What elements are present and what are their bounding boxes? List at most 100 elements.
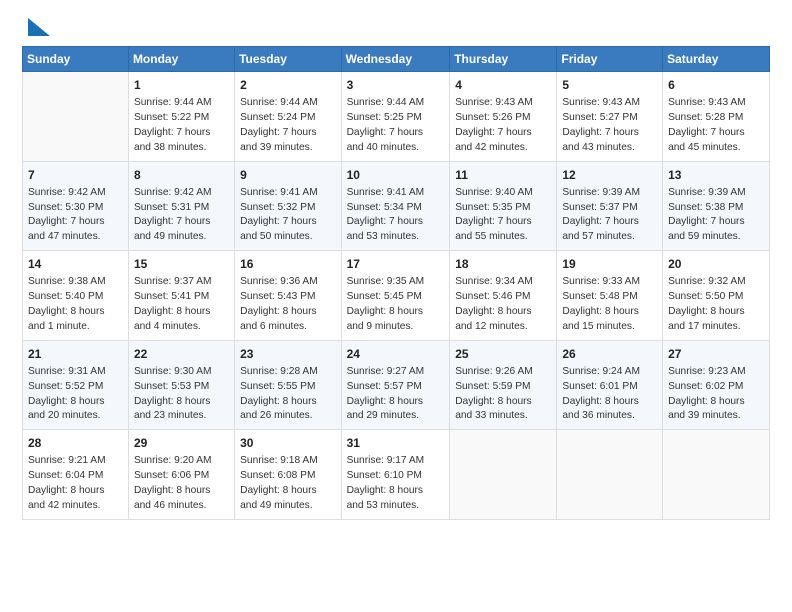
calendar-cell: 2 Sunrise: 9:44 AMSunset: 5:24 PMDaylight… bbox=[235, 72, 341, 162]
day-number: 2 bbox=[240, 77, 335, 94]
cell-content: Sunrise: 9:44 AMSunset: 5:25 PMDaylight:… bbox=[347, 96, 445, 155]
cell-line: Sunset: 5:30 PM bbox=[28, 202, 103, 213]
cell-content: Sunrise: 9:33 AMSunset: 5:48 PMDaylight:… bbox=[562, 275, 657, 334]
weekday-header-thursday: Thursday bbox=[450, 47, 557, 72]
cell-line: and 38 minutes. bbox=[134, 142, 207, 153]
cell-line: Sunset: 5:48 PM bbox=[562, 291, 637, 302]
day-number: 24 bbox=[347, 346, 445, 363]
calendar-table: SundayMondayTuesdayWednesdayThursdayFrid… bbox=[22, 46, 770, 520]
cell-line: Daylight: 7 hours bbox=[28, 216, 104, 227]
day-number: 28 bbox=[28, 435, 123, 452]
calendar-cell: 28 Sunrise: 9:21 AMSunset: 6:04 PMDayligh… bbox=[23, 430, 129, 520]
cell-line: Sunset: 5:40 PM bbox=[28, 291, 103, 302]
calendar-cell bbox=[450, 430, 557, 520]
cell-line: and 26 minutes. bbox=[240, 410, 313, 421]
day-number: 10 bbox=[347, 167, 445, 184]
cell-line: Sunrise: 9:39 AM bbox=[668, 187, 746, 198]
cell-line: Daylight: 8 hours bbox=[455, 306, 531, 317]
cell-content: Sunrise: 9:41 AMSunset: 5:34 PMDaylight:… bbox=[347, 186, 445, 245]
day-number: 25 bbox=[455, 346, 551, 363]
cell-line: Sunrise: 9:32 AM bbox=[668, 276, 746, 287]
cell-line: and 59 minutes. bbox=[668, 231, 741, 242]
weekday-header-row: SundayMondayTuesdayWednesdayThursdayFrid… bbox=[23, 47, 770, 72]
cell-line: and 42 minutes. bbox=[455, 142, 528, 153]
day-number: 8 bbox=[134, 167, 229, 184]
cell-line: Sunset: 6:01 PM bbox=[562, 381, 637, 392]
calendar-cell bbox=[663, 430, 770, 520]
calendar-cell: 18Sunrise: 9:34 AMSunset: 5:46 PMDayligh… bbox=[450, 251, 557, 341]
cell-content: Sunrise: 9:26 AMSunset: 5:59 PMDaylight:… bbox=[455, 365, 551, 424]
day-number: 3 bbox=[347, 77, 445, 94]
cell-line: Daylight: 8 hours bbox=[455, 396, 531, 407]
calendar-body: 1Sunrise: 9:44 AMSunset: 5:22 PMDaylight… bbox=[23, 72, 770, 520]
cell-line: Sunset: 5:43 PM bbox=[240, 291, 315, 302]
cell-line: Sunrise: 9:43 AM bbox=[562, 97, 640, 108]
cell-content: Sunrise: 9:27 AMSunset: 5:57 PMDaylight:… bbox=[347, 365, 445, 424]
cell-line: Sunrise: 9:43 AM bbox=[668, 97, 746, 108]
cell-content: Sunrise: 9:24 AMSunset: 6:01 PMDaylight:… bbox=[562, 365, 657, 424]
cell-line: Sunset: 5:28 PM bbox=[668, 112, 743, 123]
calendar-cell bbox=[557, 430, 663, 520]
calendar-cell: 30Sunrise: 9:18 AMSunset: 6:08 PMDayligh… bbox=[235, 430, 341, 520]
cell-content: Sunrise: 9:30 AMSunset: 5:53 PMDaylight:… bbox=[134, 365, 229, 424]
calendar-cell: 15Sunrise: 9:37 AMSunset: 5:41 PMDayligh… bbox=[128, 251, 234, 341]
day-number: 14 bbox=[28, 256, 123, 273]
cell-content: Sunrise: 9:32 AMSunset: 5:50 PMDaylight:… bbox=[668, 275, 764, 334]
calendar-week-row: 7Sunrise: 9:42 AMSunset: 5:30 PMDaylight… bbox=[23, 161, 770, 251]
cell-line: Sunset: 5:24 PM bbox=[240, 112, 315, 123]
calendar-cell bbox=[23, 72, 129, 162]
calendar-cell: 23Sunrise: 9:28 AMSunset: 5:55 PMDayligh… bbox=[235, 340, 341, 430]
cell-content: Sunrise: 9:21 AMSunset: 6:04 PMDaylight:… bbox=[28, 454, 123, 513]
cell-line: Sunset: 5:53 PM bbox=[134, 381, 209, 392]
day-number: 19 bbox=[562, 256, 657, 273]
cell-line: Daylight: 7 hours bbox=[240, 216, 316, 227]
calendar-week-row: 21Sunrise: 9:31 AMSunset: 5:52 PMDayligh… bbox=[23, 340, 770, 430]
calendar-cell: 19 Sunrise: 9:33 AMSunset: 5:48 PMDayligh… bbox=[557, 251, 663, 341]
cell-line: Sunrise: 9:34 AM bbox=[455, 276, 533, 287]
cell-content: Sunrise: 9:28 AMSunset: 5:55 PMDaylight:… bbox=[240, 365, 335, 424]
cell-line: Sunset: 5:32 PM bbox=[240, 202, 315, 213]
day-number: 17 bbox=[347, 256, 445, 273]
cell-line: Sunrise: 9:42 AM bbox=[134, 187, 212, 198]
cell-line: Daylight: 8 hours bbox=[347, 485, 423, 496]
page: SundayMondayTuesdayWednesdayThursdayFrid… bbox=[0, 0, 792, 612]
day-number: 31 bbox=[347, 435, 445, 452]
cell-line: Daylight: 7 hours bbox=[562, 216, 638, 227]
cell-line: Daylight: 8 hours bbox=[562, 396, 638, 407]
cell-line: Daylight: 7 hours bbox=[134, 216, 210, 227]
cell-line: Sunrise: 9:44 AM bbox=[347, 97, 425, 108]
cell-line: and 20 minutes. bbox=[28, 410, 101, 421]
day-number: 12 bbox=[562, 167, 657, 184]
calendar-cell: 29Sunrise: 9:20 AMSunset: 6:06 PMDayligh… bbox=[128, 430, 234, 520]
weekday-header-monday: Monday bbox=[128, 47, 234, 72]
day-number: 27 bbox=[668, 346, 764, 363]
day-number: 21 bbox=[28, 346, 123, 363]
calendar-cell: 12 Sunrise: 9:39 AMSunset: 5:37 PMDayligh… bbox=[557, 161, 663, 251]
day-number: 29 bbox=[134, 435, 229, 452]
cell-line: Daylight: 8 hours bbox=[134, 396, 210, 407]
calendar-cell: 13Sunrise: 9:39 AMSunset: 5:38 PMDayligh… bbox=[663, 161, 770, 251]
cell-line: Sunrise: 9:41 AM bbox=[347, 187, 425, 198]
calendar-cell: 20Sunrise: 9:32 AMSunset: 5:50 PMDayligh… bbox=[663, 251, 770, 341]
cell-line: Daylight: 7 hours bbox=[134, 127, 210, 138]
cell-content: Sunrise: 9:40 AMSunset: 5:35 PMDaylight:… bbox=[455, 186, 551, 245]
cell-line: Sunset: 5:55 PM bbox=[240, 381, 315, 392]
cell-line: Daylight: 7 hours bbox=[668, 127, 744, 138]
cell-line: Sunset: 5:46 PM bbox=[455, 291, 530, 302]
cell-content: Sunrise: 9:39 AMSunset: 5:37 PMDaylight:… bbox=[562, 186, 657, 245]
weekday-header-friday: Friday bbox=[557, 47, 663, 72]
cell-line: Daylight: 8 hours bbox=[668, 306, 744, 317]
calendar-cell: 25 Sunrise: 9:26 AMSunset: 5:59 PMDayligh… bbox=[450, 340, 557, 430]
cell-line: and 53 minutes. bbox=[347, 500, 420, 511]
calendar-cell: 16Sunrise: 9:36 AMSunset: 5:43 PMDayligh… bbox=[235, 251, 341, 341]
cell-line: Sunrise: 9:20 AM bbox=[134, 455, 212, 466]
cell-line: and 23 minutes. bbox=[134, 410, 207, 421]
cell-line: Daylight: 8 hours bbox=[668, 396, 744, 407]
cell-line: Sunset: 6:02 PM bbox=[668, 381, 743, 392]
cell-line: Sunset: 5:38 PM bbox=[668, 202, 743, 213]
cell-line: Daylight: 8 hours bbox=[134, 306, 210, 317]
cell-line: Sunset: 5:59 PM bbox=[455, 381, 530, 392]
cell-line: Sunrise: 9:31 AM bbox=[28, 366, 106, 377]
cell-content: Sunrise: 9:44 AMSunset: 5:24 PMDaylight:… bbox=[240, 96, 335, 155]
cell-line: Sunset: 6:10 PM bbox=[347, 470, 422, 481]
